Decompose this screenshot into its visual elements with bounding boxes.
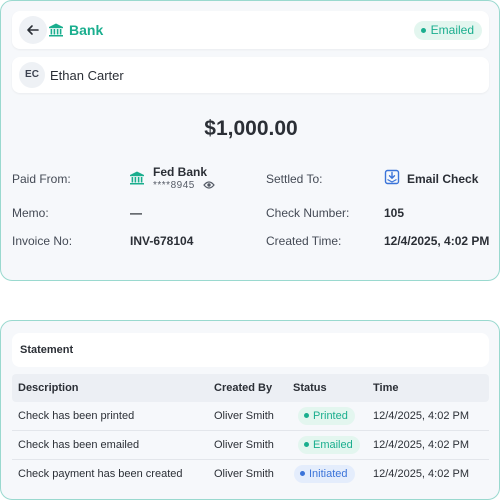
- settled-to-label: Settled To:: [266, 172, 323, 186]
- paid-from-account: ****8945: [153, 180, 195, 191]
- status-badge: Emailed: [298, 436, 360, 454]
- created-time-label: Created Time:: [266, 234, 342, 248]
- customer-bar: EC Ethan Carter: [12, 57, 489, 93]
- status-badge: Printed: [298, 407, 355, 425]
- customer-name: Ethan Carter: [50, 68, 124, 83]
- column-header-status[interactable]: Status: [293, 382, 327, 394]
- settled-to-value: Email Check: [407, 172, 479, 186]
- row-created-by: Oliver Smith: [214, 410, 274, 422]
- statement-title: Statement: [20, 344, 74, 356]
- row-time: 12/4/2025, 4:02 PM: [373, 410, 470, 422]
- payment-amount: $1,000.00: [204, 117, 298, 140]
- invoice-label: Invoice No:: [12, 234, 73, 248]
- row-description: Check has been printed: [18, 410, 135, 422]
- row-description: Check payment has been created: [18, 468, 183, 480]
- table-row[interactable]: Check has been emailed Oliver Smith Emai…: [12, 431, 489, 460]
- table-header-row: Description Created By Status Time: [12, 374, 489, 402]
- paid-from-label: Paid From:: [12, 172, 71, 186]
- bank-icon: [49, 23, 63, 37]
- paid-from-bank: Fed Bank: [153, 165, 208, 179]
- back-button[interactable]: [19, 16, 47, 44]
- row-created-by: Oliver Smith: [214, 468, 274, 480]
- arrow-left-icon: [27, 25, 39, 35]
- column-header-time[interactable]: Time: [373, 382, 398, 394]
- payment-header: Bank Emailed: [12, 11, 489, 49]
- table-row[interactable]: Check has been printed Oliver Smith Prin…: [12, 402, 489, 431]
- column-header-description[interactable]: Description: [18, 382, 79, 394]
- created-time-value: 12/4/2025, 4:02 PM: [384, 234, 490, 248]
- avatar: EC: [19, 62, 45, 88]
- status-badge: Initiated: [294, 465, 355, 483]
- table-row[interactable]: Check payment has been created Oliver Sm…: [12, 460, 489, 489]
- statement-header: Statement: [12, 333, 489, 367]
- row-description: Check has been emailed: [18, 439, 140, 451]
- statement-card: Statement Description Created By Status …: [0, 320, 500, 500]
- payment-detail-card: Bank Emailed EC Ethan Carter $1,000.00 P…: [0, 0, 500, 281]
- check-number-value: 105: [384, 206, 405, 220]
- status-badge: Emailed: [413, 21, 482, 40]
- memo-label: Memo:: [12, 206, 49, 220]
- payment-method-title: Bank: [69, 22, 104, 38]
- check-number-label: Check Number:: [266, 206, 350, 220]
- row-time: 12/4/2025, 4:02 PM: [373, 439, 470, 451]
- email-check-icon: [384, 169, 400, 185]
- bank-icon: [130, 171, 144, 185]
- memo-value: —: [130, 206, 142, 220]
- eye-icon[interactable]: [203, 180, 215, 190]
- invoice-value: INV-678104: [130, 234, 194, 248]
- column-header-created-by[interactable]: Created By: [214, 382, 272, 394]
- row-time: 12/4/2025, 4:02 PM: [373, 468, 470, 480]
- row-created-by: Oliver Smith: [214, 439, 274, 451]
